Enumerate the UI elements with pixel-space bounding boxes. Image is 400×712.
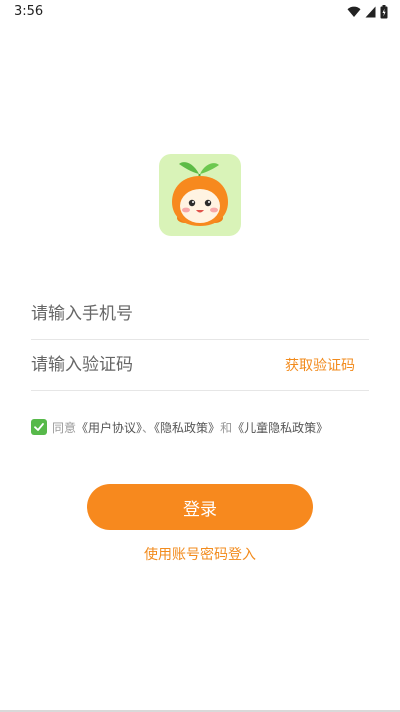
login-screen: 3:56 请输入手机号 请输入验证码 获取验证码 同意《用户协议》、《隐私政策》… [0, 0, 400, 712]
status-icons [347, 5, 388, 19]
verification-code-field: 获取验证码 [31, 340, 369, 391]
checkmark-icon [34, 423, 44, 431]
orange-mascot-logo [159, 154, 241, 236]
agreement-text: 同意《用户协议》、《隐私政策》和《儿童隐私政策》 [52, 419, 328, 436]
privacy-policy-link[interactable]: 《隐私政策》 [154, 421, 220, 435]
wifi-icon [347, 6, 361, 18]
children-privacy-policy-link[interactable]: 《儿童隐私政策》 [232, 421, 328, 435]
password-login-link[interactable]: 使用账号密码登入 [0, 544, 400, 564]
app-logo [159, 154, 241, 236]
agreement-prefix: 同意 [52, 420, 77, 435]
status-time: 3:56 [14, 4, 44, 19]
cell-signal-icon [365, 6, 376, 18]
agreement-separator: 、 [142, 420, 155, 435]
agreement-row: 同意《用户协议》、《隐私政策》和《儿童隐私政策》 [31, 418, 371, 436]
phone-field [31, 289, 369, 340]
get-code-button[interactable]: 获取验证码 [285, 355, 355, 375]
phone-input[interactable] [31, 289, 369, 338]
agreement-and: 和 [220, 420, 233, 435]
agreement-checkbox[interactable] [31, 419, 47, 435]
login-button[interactable]: 登录 [87, 484, 313, 530]
battery-icon [380, 5, 388, 19]
verification-code-input[interactable] [31, 340, 271, 389]
status-bar: 3:56 [0, 0, 400, 24]
user-agreement-link[interactable]: 《用户协议》 [76, 421, 142, 435]
